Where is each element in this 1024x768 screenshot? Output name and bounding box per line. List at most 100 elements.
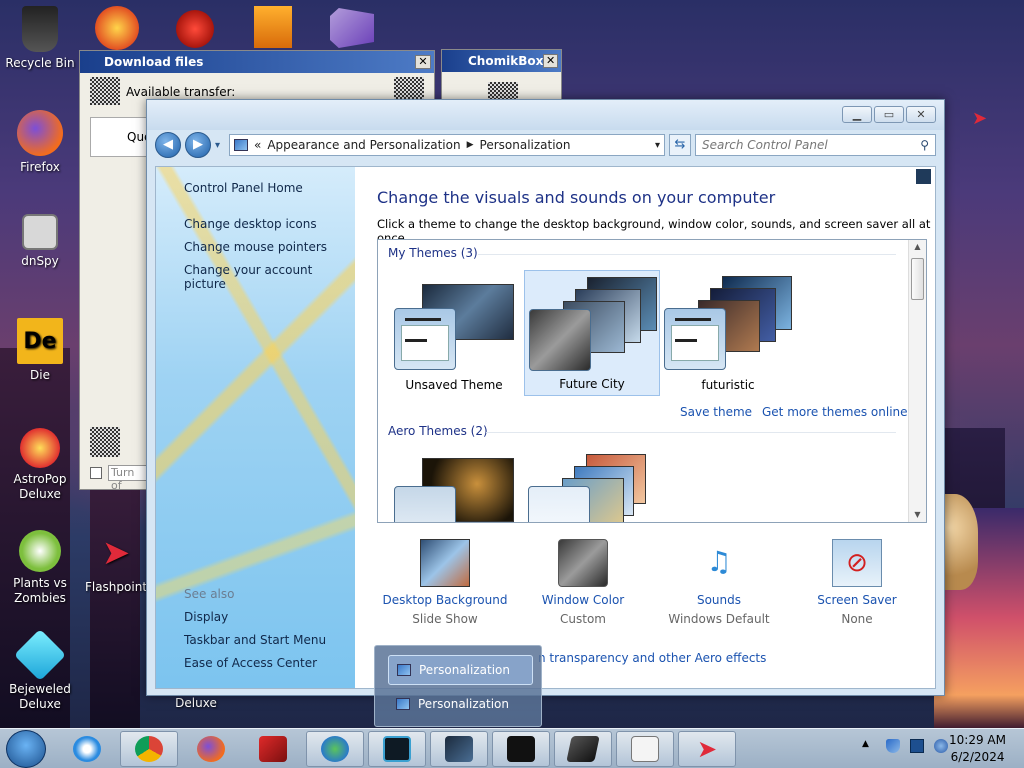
see-also-label: See also	[184, 587, 235, 601]
breadcrumb-overflow[interactable]: «	[254, 138, 261, 152]
desktop-background-icon	[420, 539, 470, 587]
taskbar-control-panel[interactable]	[430, 731, 488, 767]
sidebar-link-mouse-pointers[interactable]: Change mouse pointers	[184, 240, 327, 254]
desktop-icon-flashpoint-small[interactable]: ➤	[972, 108, 987, 129]
turn-off-checkbox[interactable]	[90, 467, 102, 479]
screen-saver-icon: ⊘	[832, 539, 882, 587]
firefox-icon	[197, 736, 225, 762]
desktop-icon-firefox[interactable]: Firefox	[2, 110, 78, 175]
taskbar-chrome[interactable]	[120, 731, 178, 767]
download-files-title: Download files	[104, 55, 204, 69]
taskbar-flashpoint[interactable]: ➤	[678, 731, 736, 767]
theme-future-city[interactable]: Future City	[524, 270, 660, 396]
desktop-icon-deluxe[interactable]: Deluxe	[158, 696, 234, 711]
sidebar-link-display[interactable]: Display	[184, 610, 228, 624]
back-button[interactable]: ◀	[155, 132, 181, 158]
setting-name: Desktop Background	[382, 593, 508, 607]
window-list-item[interactable]: Personalization	[388, 689, 533, 719]
window-titlebar[interactable]: ▁ ▭ ✕	[147, 100, 944, 130]
show-hidden-icons-icon[interactable]: ▲	[862, 739, 876, 753]
users-icon	[321, 736, 349, 762]
sounds-setting[interactable]: ♫ Sounds Windows Default	[649, 539, 789, 626]
box-icon	[566, 736, 600, 762]
scrollbar-thumb[interactable]	[911, 258, 924, 300]
search-input[interactable]: Search Control Panel ⚲	[695, 134, 936, 156]
close-button[interactable]: ✕	[906, 106, 936, 123]
window-color-thumb	[394, 486, 456, 522]
desktop-background-setting[interactable]: Desktop Background Slide Show	[375, 539, 515, 626]
clock[interactable]: 10:29 AM 6/2/2024	[949, 732, 1006, 766]
sidebar-link-desktop-icons[interactable]: Change desktop icons	[184, 217, 317, 231]
desktop-icon-flashpoint[interactable]: ➤ Flashpoint	[78, 530, 154, 595]
taskbar-notepad[interactable]	[616, 731, 674, 767]
firefox-icon	[17, 110, 63, 156]
taskbar-console[interactable]	[492, 731, 550, 767]
theme-aero-2[interactable]	[524, 448, 660, 522]
theme-name: Unsaved Theme	[405, 378, 503, 392]
theme-futuristic[interactable]: futuristic	[660, 270, 796, 396]
taskbar-users[interactable]	[306, 731, 364, 767]
close-button[interactable]: ✕	[415, 55, 431, 69]
save-theme-link[interactable]: Save theme	[680, 405, 752, 419]
taskbar-monitor-app[interactable]	[368, 731, 426, 767]
desktop-icon-recycle-bin[interactable]: Recycle Bin	[2, 6, 78, 71]
main-content: Change the visuals and sounds on your co…	[355, 167, 935, 688]
help-icon[interactable]	[916, 169, 931, 184]
download-files-titlebar[interactable]: Download files ✕	[80, 51, 434, 73]
theme-aero-1[interactable]	[386, 448, 522, 522]
desktop-icon-app-ball[interactable]	[176, 10, 214, 48]
setting-name: Screen Saver	[817, 593, 897, 607]
window-list-item[interactable]: Personalization	[388, 655, 533, 685]
theme-list: My Themes (3) Unsaved Theme Future City	[377, 239, 927, 523]
breadcrumb-separator-icon[interactable]: ▶	[467, 140, 474, 150]
desktop-icon-app-p[interactable]	[95, 6, 139, 50]
breadcrumb-appearance[interactable]: Appearance and Personalization	[267, 138, 460, 152]
desktop-icon-bejeweled[interactable]: Bejeweled Deluxe	[2, 628, 78, 712]
chomikbox-titlebar[interactable]: ChomikBox ✕	[442, 50, 561, 72]
security-shield-icon[interactable]	[886, 739, 900, 753]
start-button[interactable]	[6, 730, 46, 768]
sidebar-link-taskbar[interactable]: Taskbar and Start Menu	[184, 633, 326, 647]
sidebar-link-account-picture[interactable]: Change your account picture	[184, 263, 355, 291]
desktop-icon-plants-vs-zombies[interactable]: Plants vs Zombies	[2, 530, 78, 606]
breadcrumb-personalization[interactable]: Personalization	[480, 138, 571, 152]
get-more-themes-link[interactable]: Get more themes online	[762, 405, 908, 419]
taskbar-box-app[interactable]	[554, 731, 612, 767]
refresh-button[interactable]: ⇆	[669, 134, 691, 156]
desktop-icon-astropop[interactable]: AstroPop Deluxe	[2, 428, 78, 502]
desktop-icon-dnspy[interactable]: dnSpy	[2, 214, 78, 269]
maximize-button[interactable]: ▭	[874, 106, 904, 123]
my-themes-header: My Themes (3)	[388, 246, 478, 260]
recycle-bin-icon	[22, 6, 58, 52]
desktop-icon-die[interactable]: De Die	[2, 318, 78, 383]
screen-saver-setting[interactable]: ⊘ Screen Saver None	[787, 539, 927, 626]
theme-unsaved[interactable]: Unsaved Theme	[386, 270, 522, 396]
scroll-down-icon[interactable]: ▼	[909, 508, 926, 522]
aero-effects-link[interactable]: n transparency and other Aero effects	[538, 651, 766, 665]
recent-pages-dropdown[interactable]: ▾	[215, 140, 225, 151]
desktop-icon-visual-studio[interactable]	[330, 8, 374, 48]
address-bar[interactable]: « Appearance and Personalization ▶ Perso…	[229, 134, 665, 156]
taskbar-ie[interactable]	[58, 731, 116, 767]
turn-off-field[interactable]: Turn of	[108, 465, 148, 492]
theme-list-scrollbar[interactable]: ▲ ▼	[908, 240, 926, 522]
close-button[interactable]: ✕	[543, 54, 558, 68]
taskbar-firefox[interactable]	[182, 731, 240, 767]
window-color-icon	[558, 539, 608, 587]
scroll-up-icon[interactable]: ▲	[909, 240, 926, 254]
control-panel-icon	[397, 664, 411, 676]
sidebar-link-control-panel-home[interactable]: Control Panel Home	[184, 181, 303, 195]
group-divider	[486, 432, 896, 433]
search-icon[interactable]: ⚲	[920, 138, 929, 152]
app-icon	[259, 736, 287, 762]
address-dropdown-icon[interactable]: ▾	[655, 140, 660, 151]
monitor-icon	[383, 736, 411, 762]
minimize-button[interactable]: ▁	[842, 106, 872, 123]
taskbar-app-red[interactable]	[244, 731, 302, 767]
sidebar-link-ease-of-access[interactable]: Ease of Access Center	[184, 656, 317, 670]
network-icon[interactable]	[910, 739, 924, 753]
volume-icon[interactable]	[934, 739, 948, 753]
window-color-setting[interactable]: Window Color Custom	[513, 539, 653, 626]
desktop-icon-app-z[interactable]	[254, 6, 292, 48]
forward-button[interactable]: ▶	[185, 132, 211, 158]
